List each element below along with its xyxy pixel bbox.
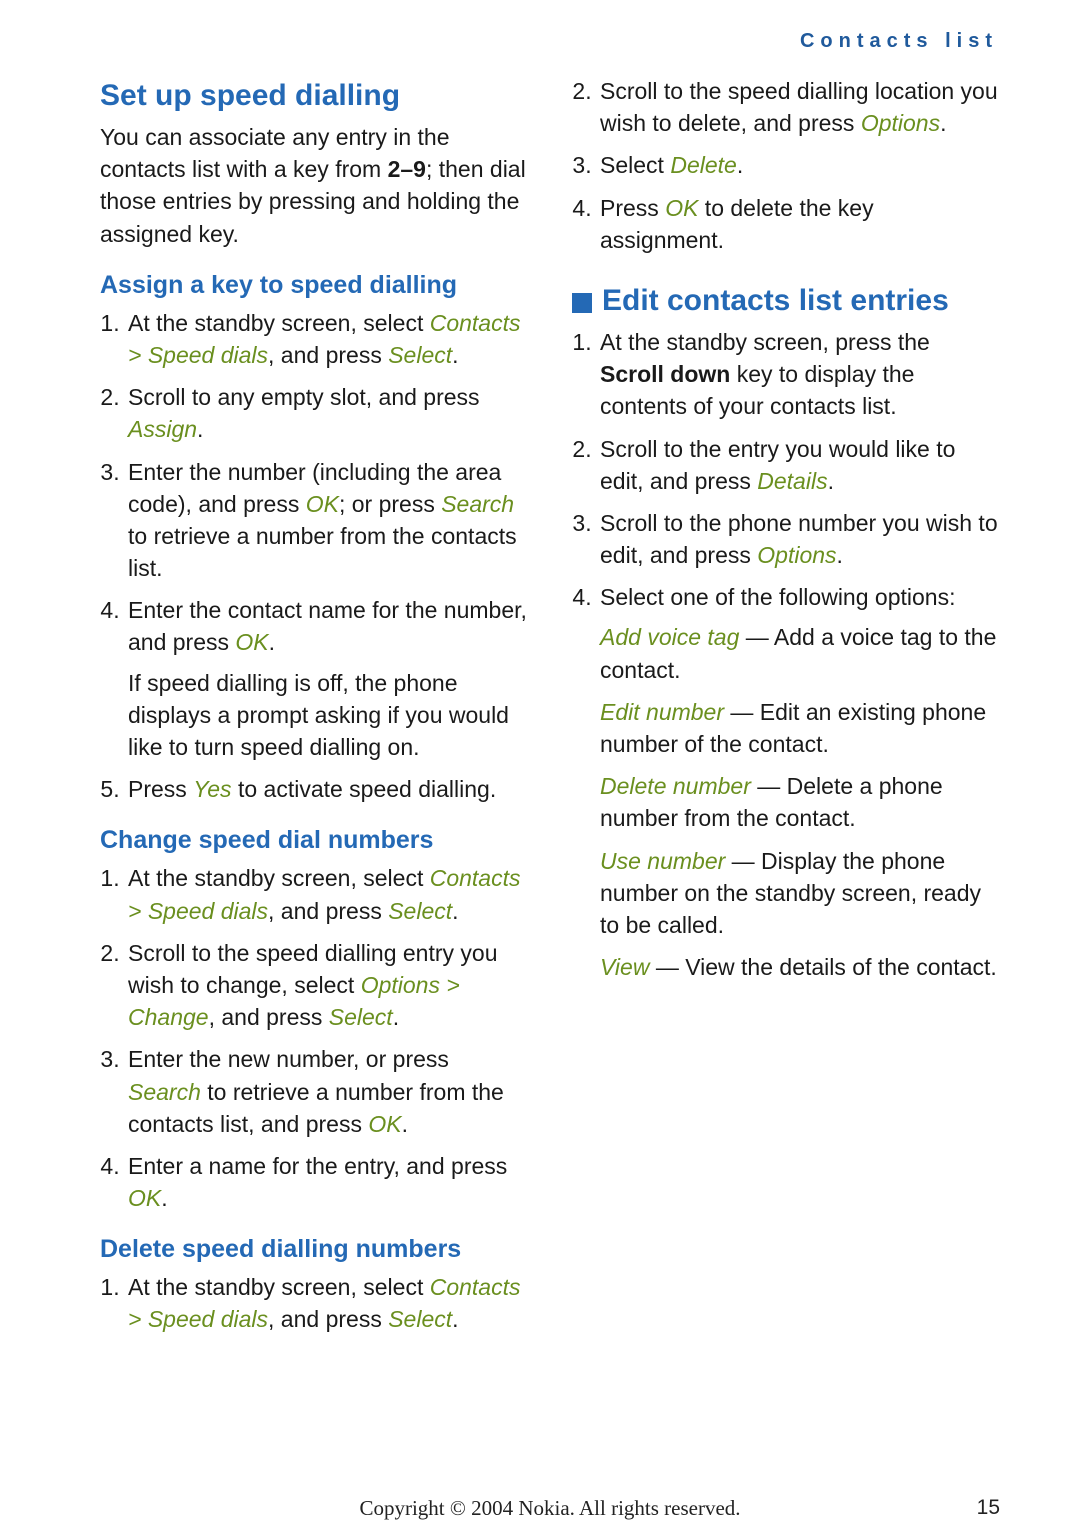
change-step-3: Enter the new number, or press Search to…: [126, 1043, 528, 1140]
option-view: View — View the details of the contact.: [600, 951, 1000, 983]
edit-step-1: At the standby screen, press the Scroll …: [598, 326, 1000, 423]
option-desc: — View the details of the contact.: [656, 954, 997, 980]
delete-step-1: At the standby screen, select Contacts >…: [126, 1271, 528, 1335]
softkey-assign: Assign: [128, 416, 197, 442]
text: At the standby screen, select: [128, 310, 430, 336]
intro-paragraph: You can associate any entry in the conta…: [100, 121, 528, 250]
assign-step-5: Press Yes to activate speed dialling.: [126, 773, 528, 805]
copyright-text: Copyright © 2004 Nokia. All rights reser…: [359, 1496, 740, 1521]
softkey-ok: OK: [665, 195, 698, 221]
option-delete-number: Delete number — Delete a phone number fr…: [600, 770, 1000, 834]
manual-page: Contacts list Set up speed dialling You …: [0, 0, 1080, 1530]
text: .: [161, 1185, 167, 1211]
text: Select: [600, 152, 670, 178]
square-bullet-icon: [572, 293, 592, 313]
text: .: [402, 1111, 408, 1137]
option-term: Use number: [600, 848, 725, 874]
option-edit-number: Edit number — Edit an existing phone num…: [600, 696, 1000, 760]
running-head: Contacts list: [100, 30, 1000, 53]
softkey-select: Select: [388, 1306, 452, 1332]
text: At the standby screen, select: [128, 865, 430, 891]
option-term: Add voice tag: [600, 624, 739, 650]
text: Press: [128, 776, 193, 802]
softkey-delete: Delete: [670, 152, 736, 178]
text: to activate speed dialling.: [232, 776, 497, 802]
softkey-yes: Yes: [193, 776, 231, 802]
assign-step-4: Enter the contact name for the number, a…: [126, 594, 528, 763]
text: .: [452, 342, 458, 368]
softkey-options: Options: [861, 110, 940, 136]
assign-step-4-note: If speed dialling is off, the phone disp…: [128, 667, 528, 764]
delete-step-3: Select Delete.: [598, 149, 1000, 181]
option-term: View: [600, 954, 656, 980]
heading-delete-speed-dial: Delete speed dialling numbers: [100, 1232, 528, 1267]
heading-edit-contacts: Edit contacts list entries: [572, 280, 1000, 322]
option-term: Edit number: [600, 699, 724, 725]
text: , and press: [209, 1004, 329, 1030]
option-term: Delete number: [600, 773, 751, 799]
softkey-ok: OK: [128, 1185, 161, 1211]
text: At the standby screen, press the: [600, 329, 930, 355]
text: .: [269, 629, 275, 655]
change-step-2: Scroll to the speed dialling entry you w…: [126, 937, 528, 1034]
softkey-select: Select: [388, 342, 452, 368]
softkey-search: Search: [441, 491, 514, 517]
key-range: 2–9: [388, 156, 426, 182]
text: At the standby screen, select: [128, 1274, 430, 1300]
text: , and press: [268, 342, 388, 368]
heading-text: Edit contacts list entries: [602, 280, 949, 322]
hardkey-scroll-down: Scroll down: [600, 361, 730, 387]
text: Enter the contact name for the number, a…: [128, 597, 527, 655]
edit-step-3: Scroll to the phone number you wish to e…: [598, 507, 1000, 571]
assign-step-3: Enter the number (including the area cod…: [126, 456, 528, 585]
softkey-select: Select: [388, 898, 452, 924]
text: Select one of the following options:: [600, 584, 955, 610]
delete-step-2: Scroll to the speed dialling location yo…: [598, 75, 1000, 139]
delete-step-4: Press OK to delete the key assignment.: [598, 192, 1000, 256]
text: to retrieve a number from the contacts l…: [128, 523, 517, 581]
text: Enter the new number, or press: [128, 1046, 449, 1072]
softkey-details: Details: [757, 468, 827, 494]
assign-step-2: Scroll to any empty slot, and press Assi…: [126, 381, 528, 445]
softkey-ok: OK: [306, 491, 339, 517]
text: .: [452, 1306, 458, 1332]
text: .: [737, 152, 743, 178]
softkey-select: Select: [329, 1004, 393, 1030]
assign-steps: At the standby screen, select Contacts >…: [100, 307, 528, 806]
text: .: [393, 1004, 399, 1030]
assign-step-1: At the standby screen, select Contacts >…: [126, 307, 528, 371]
change-steps: At the standby screen, select Contacts >…: [100, 862, 528, 1214]
softkey-search: Search: [128, 1079, 201, 1105]
heading-change-speed-dial: Change speed dial numbers: [100, 823, 528, 858]
page-number: 15: [977, 1496, 1000, 1520]
text: Press: [600, 195, 665, 221]
text: .: [197, 416, 203, 442]
change-step-1: At the standby screen, select Contacts >…: [126, 862, 528, 926]
option-add-voice-tag: Add voice tag — Add a voice tag to the c…: [600, 621, 1000, 685]
edit-step-2: Scroll to the entry you would like to ed…: [598, 433, 1000, 497]
text: .: [828, 468, 834, 494]
change-step-4: Enter a name for the entry, and press OK…: [126, 1150, 528, 1214]
text: ; or press: [339, 491, 441, 517]
softkey-options: Options: [757, 542, 836, 568]
heading-setup-speed-dial: Set up speed dialling: [100, 75, 528, 117]
text: , and press: [268, 898, 388, 924]
edit-step-4: Select one of the following options: Add…: [598, 581, 1000, 983]
option-use-number: Use number — Display the phone number on…: [600, 845, 1000, 942]
text: Enter a name for the entry, and press: [128, 1153, 507, 1179]
text: .: [452, 898, 458, 924]
softkey-ok: OK: [368, 1111, 401, 1137]
text: Scroll to any empty slot, and press: [128, 384, 480, 410]
text: , and press: [268, 1306, 388, 1332]
text: .: [940, 110, 946, 136]
text: .: [837, 542, 843, 568]
edit-steps: At the standby screen, press the Scroll …: [572, 326, 1000, 983]
softkey-ok: OK: [235, 629, 268, 655]
heading-assign-key: Assign a key to speed dialling: [100, 268, 528, 303]
content-columns: Set up speed dialling You can associate …: [100, 75, 1000, 1395]
